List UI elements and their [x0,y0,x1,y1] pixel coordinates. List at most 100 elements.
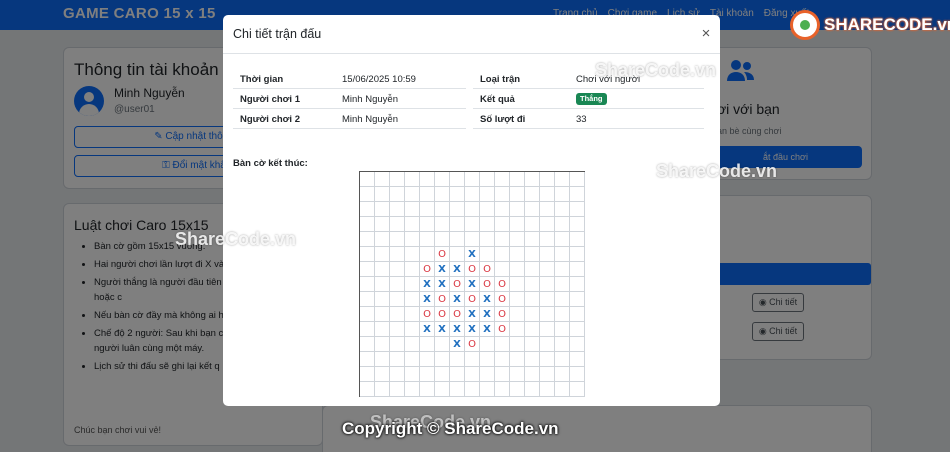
board-cell: X [480,292,495,307]
board-cell [420,382,435,397]
board-cell [480,172,495,187]
board-cell [390,172,405,187]
board-cell [465,367,480,382]
board-cell [390,367,405,382]
board-cell [570,337,585,352]
board-cell [525,382,540,397]
board-cell: O [435,307,450,322]
board-cell [360,172,375,187]
board-cell [450,172,465,187]
board-cell [450,247,465,262]
board-cell [525,322,540,337]
board-cell [465,187,480,202]
board-cell [480,187,495,202]
board-cell [405,247,420,262]
board-cell [360,217,375,232]
board-cell [450,382,465,397]
board-cell [405,352,420,367]
board-cell [525,202,540,217]
board-cell [540,262,555,277]
copyright-watermark: Copyright © ShareCode.vn [342,419,559,438]
close-icon[interactable]: × [696,24,716,44]
board-cell [540,337,555,352]
board-cell [525,247,540,262]
board-cell [510,337,525,352]
board-cell: X [435,277,450,292]
board-cell: O [450,277,465,292]
board-cell [420,232,435,247]
board-cell [510,187,525,202]
board-cell [555,292,570,307]
board-cell [375,322,390,337]
board-cell [510,172,525,187]
board-cell: O [495,322,510,337]
board-cell [405,217,420,232]
board-cell [405,337,420,352]
board-cell [510,307,525,322]
board-cell [495,172,510,187]
board-cell [360,307,375,322]
board-cell [570,382,585,397]
board-cell [420,337,435,352]
board-cell [480,337,495,352]
board-cell: O [465,262,480,277]
info-value: Minh Nguyễn [342,94,398,105]
board-cell [555,337,570,352]
board-cell [375,367,390,382]
board-cell [375,232,390,247]
board-cell [420,247,435,262]
board-cell [495,217,510,232]
board-cell [510,352,525,367]
board-cell [360,247,375,262]
board-cell [405,322,420,337]
board-cell [390,202,405,217]
board-cell [570,217,585,232]
board-cell [405,187,420,202]
board-cell [540,292,555,307]
board-cell: O [465,337,480,352]
board-cell: X [435,322,450,337]
board-cell [405,382,420,397]
board-cell [495,382,510,397]
board-cell [570,352,585,367]
board-cell: O [420,307,435,322]
board-cell [450,232,465,247]
board-cell: X [465,247,480,262]
board-cell [525,367,540,382]
board-cell [360,232,375,247]
board-cell: O [495,307,510,322]
board-cell [420,352,435,367]
board-cell [525,277,540,292]
board-cell [525,292,540,307]
board-cell [495,352,510,367]
board-cell: X [450,337,465,352]
board-cell [450,367,465,382]
board-cell [495,262,510,277]
board-cell [510,232,525,247]
board-cell: X [465,277,480,292]
board-cell [360,277,375,292]
board-cell [570,322,585,337]
board-cell [555,307,570,322]
watermark-text: ShareCode.vn [595,60,717,80]
board-cell [540,247,555,262]
board-cell: O [465,292,480,307]
board-cell [510,202,525,217]
board-cell [405,277,420,292]
board-cell: X [420,292,435,307]
board-cell [510,217,525,232]
board-cell [495,187,510,202]
modal-header: Chi tiết trận đấu × [223,15,720,54]
board-cell [540,217,555,232]
board-cell [435,232,450,247]
board-cell [555,172,570,187]
info-row: Thời gian 15/06/2025 10:59 [233,69,466,89]
board-cell [360,352,375,367]
board-cell: X [435,262,450,277]
info-value: 33 [576,114,587,125]
board-cell [390,352,405,367]
board-cell [525,352,540,367]
board-cell [555,232,570,247]
info-label: Loại trận [480,74,521,85]
info-row: Kết quả Thắng [473,89,704,109]
